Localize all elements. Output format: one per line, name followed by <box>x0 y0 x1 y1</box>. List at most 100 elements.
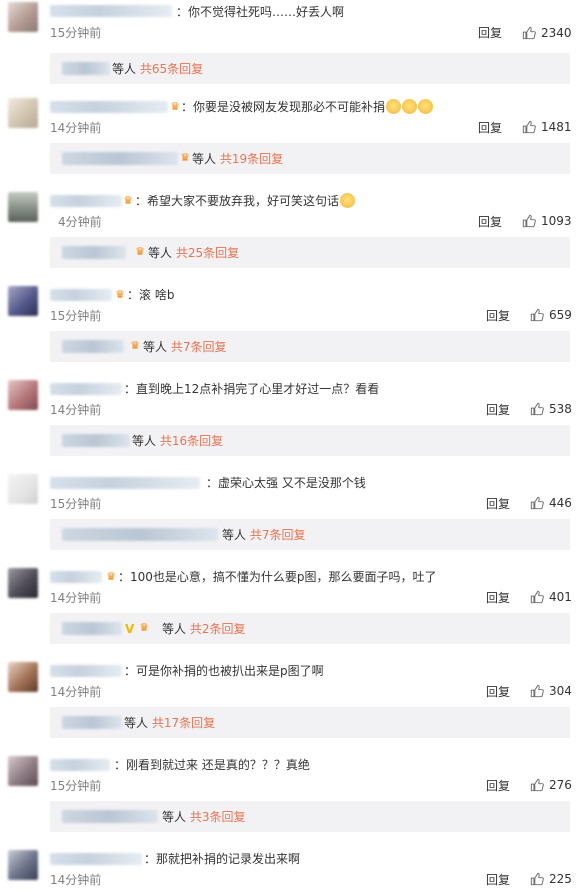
replies-count-link[interactable]: 共17条回复 <box>152 716 215 730</box>
replies-prefix: 等人 <box>192 152 217 166</box>
replies-count-link[interactable]: 共65条回复 <box>140 62 203 76</box>
like-button[interactable]: 401 <box>530 588 572 606</box>
like-button[interactable]: 225 <box>530 870 572 888</box>
comment-time: 14分钟前 <box>50 591 102 605</box>
comment-text: ：可是你补捐的也被扒出来是p图了啊 <box>124 664 324 678</box>
username-blurred[interactable] <box>50 477 200 489</box>
username-blurred[interactable] <box>50 759 110 771</box>
member-badge-icon: ♛ <box>123 194 133 207</box>
like-count: 1093 <box>541 214 572 228</box>
avatar[interactable] <box>8 192 38 222</box>
replies-preview[interactable]: 等人 共3条回复 <box>50 801 570 832</box>
comment-item: ♛ ：希望大家不要放弃我，好可笑这句话 4分钟前 回复 1093 ♛ 等人 共2… <box>0 188 586 282</box>
avatar[interactable] <box>8 98 38 128</box>
replies-count-link[interactable]: 共7条回复 <box>250 528 306 542</box>
replies-count-link[interactable]: 共25条回复 <box>176 246 239 260</box>
avatar[interactable] <box>8 474 38 504</box>
smiley-emoji-icon <box>402 99 418 114</box>
reply-button[interactable]: 回复 <box>486 684 510 700</box>
thumbs-up-icon <box>530 778 544 792</box>
member-badge-icon: ♛ <box>170 100 180 113</box>
comment-text: ：那就把补捐的记录发出来啊 <box>144 852 301 866</box>
reply-users-blurred <box>62 528 218 541</box>
comment-text: ：刚看到就过来 还是真的？？？真绝 <box>114 758 310 772</box>
thumbs-up-icon <box>530 402 544 416</box>
comment-text: ：直到晚上12点补捐完了心里才好过一点？看看 <box>124 382 380 396</box>
avatar[interactable] <box>8 662 38 692</box>
comment-time: 14分钟前 <box>50 873 102 887</box>
avatar[interactable] <box>8 756 38 786</box>
avatar[interactable] <box>8 286 38 316</box>
replies-preview[interactable]: ♛ 等人 共25条回复 <box>50 237 570 268</box>
reply-button[interactable]: 回复 <box>478 214 502 230</box>
replies-preview[interactable]: 等人 共17条回复 <box>50 707 570 738</box>
like-button[interactable]: 446 <box>530 494 572 512</box>
replies-prefix: 等人 <box>222 528 247 542</box>
username-blurred[interactable] <box>50 5 172 17</box>
like-button[interactable]: 1093 <box>522 212 572 230</box>
replies-count-link[interactable]: 共19条回复 <box>220 152 283 166</box>
like-button[interactable]: 538 <box>530 400 572 418</box>
replies-preview[interactable]: 等人 共65条回复 <box>50 53 570 84</box>
reply-users-blurred <box>62 152 178 165</box>
username-blurred[interactable] <box>50 289 112 301</box>
like-button[interactable]: 1481 <box>522 118 572 136</box>
reply-button[interactable]: 回复 <box>478 25 502 41</box>
like-count: 538 <box>549 402 572 416</box>
replies-summary[interactable]: 等人 共3条回复 <box>162 809 245 825</box>
replies-summary[interactable]: 等人 共7条回复 <box>143 339 226 355</box>
replies-summary[interactable]: 等人 共19条回复 <box>192 151 283 167</box>
replies-preview[interactable]: ♛ 等人 共19条回复 <box>50 143 570 174</box>
username-blurred[interactable] <box>50 383 122 395</box>
avatar[interactable] <box>8 380 38 410</box>
thumbs-up-icon <box>522 214 536 228</box>
replies-summary[interactable]: 等人 共2条回复 <box>162 621 245 637</box>
reply-button[interactable]: 回复 <box>486 402 510 418</box>
comment-time: 15分钟前 <box>50 26 102 40</box>
reply-users-blurred <box>62 810 158 823</box>
comment-item: ：直到晚上12点补捐完了心里才好过一点？看看 14分钟前 回复 538 等人 共… <box>0 376 586 470</box>
thumbs-up-icon <box>530 684 544 698</box>
thumbs-up-icon <box>530 496 544 510</box>
replies-summary[interactable]: 等人 共17条回复 <box>124 715 215 731</box>
replies-count-link[interactable]: 共3条回复 <box>190 810 246 824</box>
avatar[interactable] <box>8 2 38 32</box>
username-blurred[interactable] <box>50 101 168 113</box>
like-button[interactable]: 659 <box>530 306 572 324</box>
replies-preview[interactable]: 等人 共7条回复 <box>50 519 570 550</box>
replies-prefix: 等人 <box>148 246 173 260</box>
reply-button[interactable]: 回复 <box>486 590 510 606</box>
username-blurred[interactable] <box>50 853 142 865</box>
avatar[interactable] <box>8 568 38 598</box>
thumbs-up-icon <box>530 308 544 322</box>
replies-count-link[interactable]: 共16条回复 <box>160 434 223 448</box>
replies-preview[interactable]: ♛ 等人 共7条回复 <box>50 331 570 362</box>
replies-summary[interactable]: 等人 共65条回复 <box>112 61 203 77</box>
comment-text: ：虚荣心太强 又不是没那个钱 <box>206 476 366 490</box>
replies-prefix: 等人 <box>162 810 187 824</box>
comment-text: ：你不觉得社死吗……好丢人啊 <box>176 5 345 19</box>
replies-count-link[interactable]: 共2条回复 <box>190 622 246 636</box>
replies-summary[interactable]: 等人 共7条回复 <box>222 527 305 543</box>
comment-time: 14分钟前 <box>50 685 102 699</box>
like-count: 446 <box>549 496 572 510</box>
like-button[interactable]: 304 <box>530 682 572 700</box>
replies-preview[interactable]: 等人 共16条回复 <box>50 425 570 456</box>
username-blurred[interactable] <box>50 571 102 583</box>
username-blurred[interactable] <box>50 665 122 677</box>
comment-time: 15分钟前 <box>50 779 102 793</box>
replies-summary[interactable]: 等人 共16条回复 <box>132 433 223 449</box>
reply-button[interactable]: 回复 <box>486 308 510 324</box>
like-button[interactable]: 2340 <box>522 24 572 42</box>
comment-time: 14分钟前 <box>50 403 102 417</box>
reply-button[interactable]: 回复 <box>486 778 510 794</box>
username-blurred[interactable] <box>50 195 122 207</box>
like-button[interactable]: 276 <box>530 776 572 794</box>
reply-button[interactable]: 回复 <box>478 120 502 136</box>
reply-button[interactable]: 回复 <box>486 872 510 888</box>
replies-summary[interactable]: 等人 共25条回复 <box>148 245 239 261</box>
reply-button[interactable]: 回复 <box>486 496 510 512</box>
replies-count-link[interactable]: 共7条回复 <box>171 340 227 354</box>
replies-preview[interactable]: V ♛ 等人 共2条回复 <box>50 613 570 644</box>
avatar[interactable] <box>8 850 38 880</box>
